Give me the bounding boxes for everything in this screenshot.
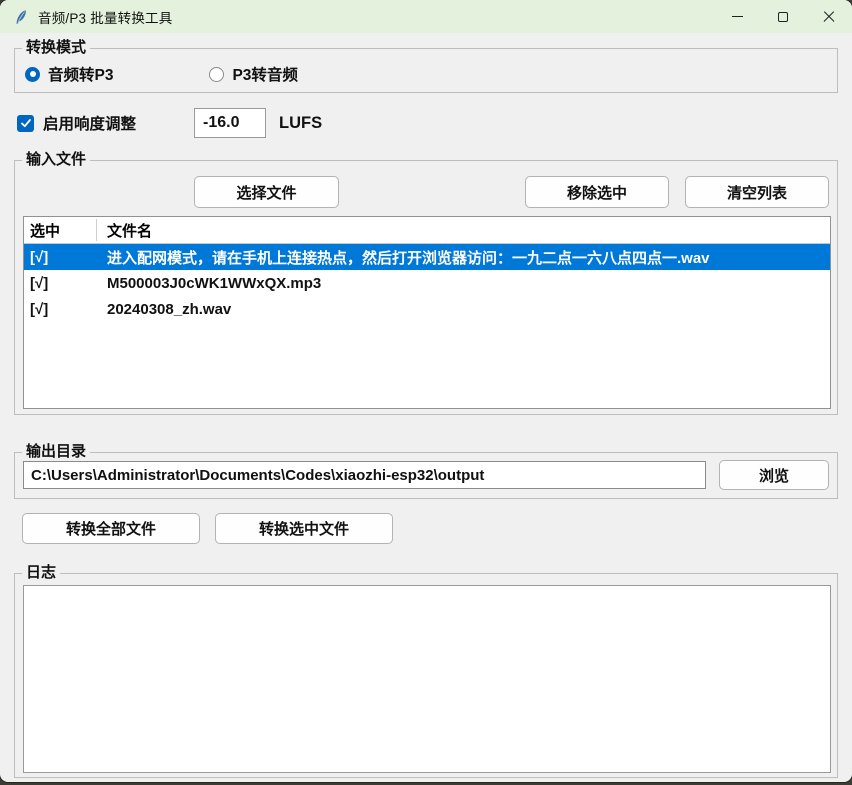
select-files-button[interactable]: 选择文件 <box>194 176 339 208</box>
conversion-mode-group: 转换模式 音频转P3 P3转音频 <box>14 48 838 93</box>
radio-selected-icon <box>25 67 40 82</box>
log-textarea[interactable] <box>23 585 831 773</box>
file-checked-cell[interactable]: [√] <box>24 301 97 318</box>
loudness-checkbox[interactable] <box>17 115 34 132</box>
file-checked-cell[interactable]: [√] <box>24 275 97 292</box>
file-table-rows: [√]进入配网模式，请在手机上连接热点，然后打开浏览器访问：一九二点一六八点四点… <box>24 244 830 322</box>
column-header-filename: 文件名 <box>97 220 152 241</box>
file-table-row[interactable]: [√]M500003J0cWK1WWxQX.mp3 <box>24 270 830 296</box>
maximize-icon <box>778 12 788 22</box>
file-table-row[interactable]: [√]进入配网模式，请在手机上连接热点，然后打开浏览器访问：一九二点一六八点四点… <box>24 244 830 270</box>
clear-list-button[interactable]: 清空列表 <box>685 176 829 208</box>
minimize-button[interactable] <box>714 0 760 33</box>
file-name-cell[interactable]: 进入配网模式，请在手机上连接热点，然后打开浏览器访问：一九二点一六八点四点一.w… <box>97 247 710 268</box>
app-window: 音频/P3 批量转换工具 转换模式 音频转P3 P3转音频 启用响度调整 <box>0 0 852 782</box>
file-checked-cell[interactable]: [√] <box>24 249 97 266</box>
minimize-icon <box>732 16 743 17</box>
title-bar[interactable]: 音频/P3 批量转换工具 <box>0 0 852 33</box>
close-icon <box>823 11 835 23</box>
file-table-row[interactable]: [√]20240308_zh.wav <box>24 296 830 322</box>
check-icon <box>20 117 32 129</box>
file-table-header: 选中 文件名 <box>24 217 830 244</box>
output-dir-label: 输出目录 <box>22 442 90 462</box>
conversion-mode-label: 转换模式 <box>22 38 90 58</box>
output-path-input[interactable] <box>23 461 706 489</box>
column-header-selected: 选中 <box>24 220 97 241</box>
log-label: 日志 <box>22 563 60 583</box>
column-divider <box>96 219 97 241</box>
lufs-unit-label: LUFS <box>279 114 322 133</box>
radio-p3-to-audio[interactable]: P3转音频 <box>209 63 297 85</box>
convert-all-button[interactable]: 转换全部文件 <box>22 513 200 544</box>
close-button[interactable] <box>806 0 852 33</box>
input-files-label: 输入文件 <box>22 150 90 170</box>
remove-selected-button[interactable]: 移除选中 <box>525 176 669 208</box>
convert-selected-button[interactable]: 转换选中文件 <box>215 513 393 544</box>
loudness-row: 启用响度调整 LUFS <box>17 107 322 139</box>
radio-p3-to-audio-label: P3转音频 <box>232 63 297 85</box>
log-group: 日志 <box>14 573 838 778</box>
lufs-value-input[interactable] <box>194 108 266 138</box>
radio-audio-to-p3-label: 音频转P3 <box>48 63 113 85</box>
radio-unselected-icon <box>209 67 224 82</box>
window-title: 音频/P3 批量转换工具 <box>38 7 172 27</box>
browse-button[interactable]: 浏览 <box>719 460 829 490</box>
python-icon <box>13 9 29 25</box>
file-name-cell[interactable]: 20240308_zh.wav <box>97 301 231 318</box>
input-files-group: 输入文件 选择文件 移除选中 清空列表 选中 文件名 [√]进入配网模式，请在手… <box>14 160 838 415</box>
loudness-checkbox-label: 启用响度调整 <box>43 112 136 134</box>
maximize-button[interactable] <box>760 0 806 33</box>
radio-audio-to-p3[interactable]: 音频转P3 <box>25 63 113 85</box>
file-name-cell[interactable]: M500003J0cWK1WWxQX.mp3 <box>97 275 321 292</box>
output-dir-group: 输出目录 浏览 <box>14 452 838 499</box>
file-list-table[interactable]: 选中 文件名 [√]进入配网模式，请在手机上连接热点，然后打开浏览器访问：一九二… <box>23 216 831 409</box>
